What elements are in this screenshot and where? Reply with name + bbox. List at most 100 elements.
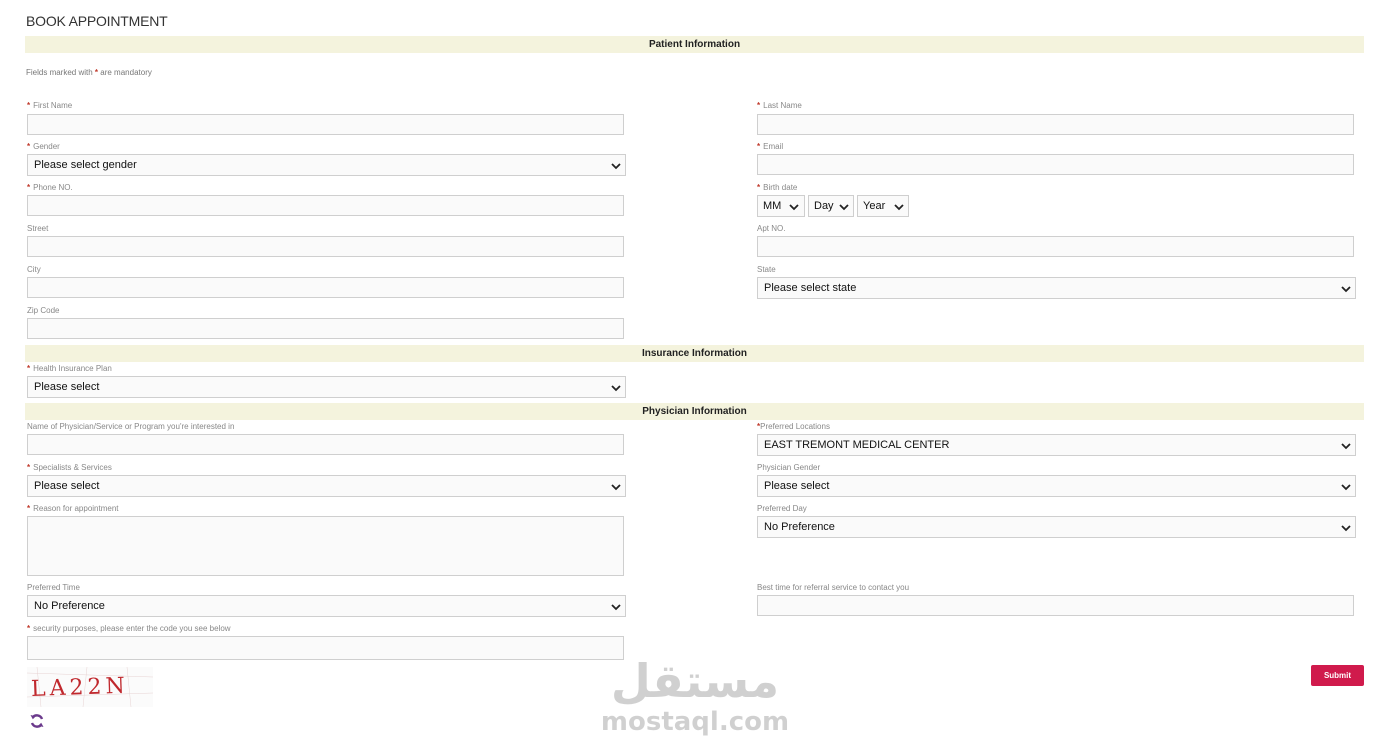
email-label-text: Email [763,142,784,151]
preferred-time-selected-value: No Preference [34,600,105,612]
mostaql-watermark: مستقل mostaql.com [600,655,790,745]
mandatory-note-suffix: are mandatory [98,68,152,77]
insurance-plan-select[interactable]: Please select [27,376,626,398]
security-label: * security purposes, please enter the cod… [27,624,231,633]
physician-name-label: Name of Physician/Service or Program you… [27,422,235,431]
birth-day-value: Day [814,200,834,212]
refresh-icon[interactable] [29,713,45,729]
phone-input[interactable] [27,195,624,216]
apt-label: Apt NO. [757,224,786,233]
mandatory-note-prefix: Fields marked with [26,68,95,77]
chevron-down-icon [611,483,621,491]
apt-input[interactable] [757,236,1354,257]
preferred-day-selected-value: No Preference [764,521,835,533]
section-physician-information: Physician Information [25,403,1364,420]
first-name-label: * First Name [27,101,72,110]
required-marker: * [757,142,761,151]
required-marker: * [757,101,761,110]
required-marker: * [27,142,31,151]
email-label: * Email [757,142,783,151]
gender-selected-value: Please select gender [34,159,137,171]
street-input[interactable] [27,236,624,257]
chevron-down-icon [611,162,621,170]
section-patient-information: Patient Information [25,36,1364,53]
specialists-select[interactable]: Please select [27,475,626,497]
state-select[interactable]: Please select state [757,277,1356,299]
page-title: BOOK APPOINTMENT [26,13,168,29]
last-name-label-text: Last Name [763,101,802,110]
captcha-image: LA22N [27,667,153,707]
email-input[interactable] [757,154,1354,175]
required-marker: * [757,183,761,192]
reason-label-text: Reason for appointment [33,504,119,513]
preferred-locations-label-text: Preferred Locations [760,422,830,431]
gender-label-text: Gender [33,142,60,151]
insurance-plan-label-text: Health Insurance Plan [33,364,112,373]
watermark-arabic: مستقل [610,654,780,708]
section-insurance-information: Insurance Information [25,345,1364,362]
insurance-plan-selected-value: Please select [34,381,100,393]
first-name-input[interactable] [27,114,624,135]
birth-date-label-text: Birth date [763,183,798,192]
reason-label: * Reason for appointment [27,504,119,513]
watermark-latin: mostaql.com [600,707,790,737]
insurance-plan-label: * Health Insurance Plan [27,364,112,373]
best-time-input[interactable] [757,595,1354,616]
required-marker: * [27,101,31,110]
gender-select[interactable]: Please select gender [27,154,626,176]
chevron-down-icon [1341,483,1351,491]
reason-textarea[interactable] [27,516,624,576]
specialists-selected-value: Please select [34,480,100,492]
chevron-down-icon [894,203,904,211]
birth-month-select[interactable]: MM [757,195,805,217]
preferred-time-select[interactable]: No Preference [27,595,626,617]
chevron-down-icon [1341,524,1351,532]
chevron-down-icon [789,203,799,211]
physician-name-input[interactable] [27,434,624,455]
physician-gender-selected-value: Please select [764,480,830,492]
security-code-input[interactable] [27,636,624,660]
chevron-down-icon [839,203,849,211]
birth-month-value: MM [763,200,782,212]
chevron-down-icon [1341,442,1351,450]
required-marker: * [27,183,31,192]
last-name-input[interactable] [757,114,1354,135]
physician-gender-label: Physician Gender [757,463,821,472]
birth-day-select[interactable]: Day [808,195,854,217]
required-marker: * [27,463,31,472]
specialists-label-text: Specialists & Services [33,463,112,472]
birth-year-select[interactable]: Year [857,195,909,217]
physician-gender-select[interactable]: Please select [757,475,1356,497]
chevron-down-icon [611,603,621,611]
chevron-down-icon [611,384,621,392]
submit-button[interactable]: Submit [1311,665,1364,686]
phone-label-text: Phone NO. [33,183,73,192]
zip-input[interactable] [27,318,624,339]
required-marker: * [27,504,31,513]
state-label: State [757,265,776,274]
security-label-text: security purposes, please enter the code… [33,624,231,633]
best-time-label: Best time for referral service to contac… [757,583,910,592]
preferred-locations-selected-value: EAST TREMONT MEDICAL CENTER [764,439,950,451]
required-marker: * [27,364,31,373]
birth-year-value: Year [863,200,886,212]
last-name-label: * Last Name [757,101,802,110]
mandatory-note: Fields marked with * are mandatory [26,68,152,77]
preferred-time-label: Preferred Time [27,583,80,592]
state-selected-value: Please select state [764,282,857,294]
specialists-label: * Specialists & Services [27,463,112,472]
first-name-label-text: First Name [33,101,73,110]
street-label: Street [27,224,49,233]
preferred-day-label: Preferred Day [757,504,807,513]
preferred-locations-select[interactable]: EAST TREMONT MEDICAL CENTER [757,434,1356,456]
city-input[interactable] [27,277,624,298]
preferred-day-select[interactable]: No Preference [757,516,1356,538]
city-label: City [27,265,41,274]
required-marker: * [27,624,31,633]
preferred-locations-label: *Preferred Locations [757,422,830,431]
phone-label: * Phone NO. [27,183,73,192]
captcha-text: LA22N [31,674,130,702]
gender-label: * Gender [27,142,60,151]
birth-date-label: * Birth date [757,183,797,192]
zip-label: Zip Code [27,306,60,315]
